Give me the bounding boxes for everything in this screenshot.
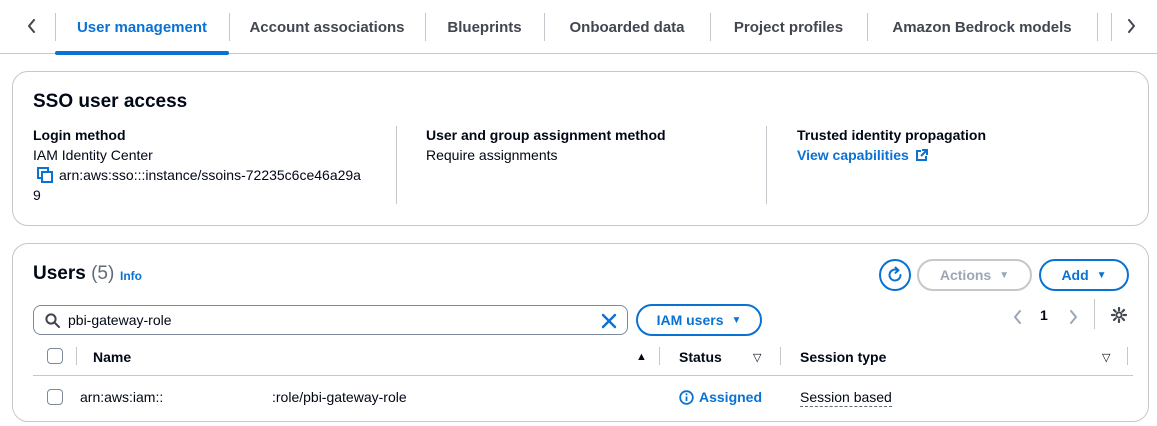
tab-project-profiles[interactable]: Project profiles (710, 0, 867, 54)
add-button[interactable]: Add ▼ (1039, 259, 1129, 291)
view-capabilities-label: View capabilities (797, 147, 909, 163)
instance-arn-value: arn:aws:sso:::instance/ssoins-72235c6ce4… (59, 167, 361, 183)
column-divider (396, 126, 397, 204)
tab-label: Account associations (249, 18, 405, 36)
view-capabilities-link[interactable]: View capabilities (797, 147, 928, 163)
close-icon[interactable] (600, 312, 618, 330)
chevron-right-icon (1128, 19, 1135, 33)
actions-button[interactable]: Actions ▼ (917, 259, 1032, 291)
sso-user-access-container: SSO user access Login method IAM Identit… (12, 71, 1149, 226)
header-divider (33, 375, 1133, 376)
gear-icon[interactable] (1111, 307, 1127, 323)
tab-blueprints[interactable]: Blueprints (425, 0, 544, 54)
column-divider (766, 126, 767, 204)
info-circle-icon (679, 389, 694, 405)
tab-amazon-bedrock-models[interactable]: Amazon Bedrock models (867, 0, 1097, 54)
tab-bar: User management Account associations Blu… (0, 0, 1157, 55)
tab-label: Project profiles (733, 18, 844, 36)
iam-users-filter[interactable]: IAM users ▼ (636, 304, 762, 336)
tab-scroll-left-button[interactable] (20, 12, 44, 40)
info-link[interactable]: Info (120, 269, 142, 283)
status-label: Assigned (699, 389, 763, 405)
filter-label: IAM users (656, 312, 724, 328)
tab-account-associations[interactable]: Account associations (229, 0, 425, 54)
tab-user-management[interactable]: User management (55, 0, 229, 55)
row-checkbox[interactable] (47, 389, 63, 405)
caret-down-icon: ▼ (1096, 269, 1107, 281)
column-divider (780, 347, 781, 365)
tab-scroll-right-button[interactable] (1119, 12, 1143, 40)
chevron-left-icon (28, 19, 35, 33)
row-session-type[interactable]: Session based (800, 389, 892, 407)
tab-label: Onboarded data (569, 18, 685, 36)
external-link-icon (915, 148, 928, 161)
login-method-label: Login method (33, 127, 126, 143)
users-table-container: Users (5) Info Actions ▼ Add ▼ IAM users… (12, 243, 1149, 422)
column-header-session-type[interactable]: Session type (800, 349, 886, 365)
sort-icon[interactable]: ▽ (753, 351, 761, 364)
row-name-suffix: :role/pbi-gateway-role (272, 389, 407, 405)
column-header-name[interactable]: Name (93, 349, 131, 365)
tab-divider (1097, 13, 1098, 41)
tab-label: Amazon Bedrock models (892, 18, 1072, 36)
sort-icon[interactable]: ▽ (1102, 351, 1110, 364)
caret-down-icon: ▼ (731, 314, 742, 326)
login-method-value: IAM Identity Center (33, 147, 153, 163)
assignment-method-label: User and group assignment method (426, 127, 666, 143)
row-status: Assigned (679, 389, 762, 405)
sso-title: SSO user access (33, 91, 188, 112)
tab-label: Blueprints (447, 18, 522, 36)
tab-divider (1111, 13, 1112, 41)
column-divider (1127, 347, 1128, 365)
column-divider (659, 347, 660, 365)
users-count: (5) (91, 263, 115, 284)
copy-icon[interactable] (37, 167, 53, 183)
session-type-label: Session based (800, 389, 892, 407)
actions-label: Actions (939, 267, 992, 283)
pager-divider (1094, 299, 1095, 329)
users-title: Users (5) (33, 263, 114, 285)
tab-label: User management (76, 18, 208, 36)
refresh-icon (888, 266, 902, 282)
row-name-prefix: arn:aws:iam:: (80, 389, 164, 405)
prev-page-button[interactable] (1011, 309, 1025, 325)
select-all-checkbox[interactable] (47, 348, 63, 364)
sort-ascending-icon[interactable]: ▲ (636, 351, 647, 363)
search-input[interactable] (68, 306, 588, 334)
refresh-button[interactable] (879, 259, 911, 291)
current-page[interactable]: 1 (1040, 307, 1048, 323)
search-icon (45, 313, 60, 328)
assignment-method-value: Require assignments (426, 147, 558, 163)
column-divider (76, 347, 77, 365)
add-label: Add (1061, 267, 1089, 283)
tab-onboarded-data[interactable]: Onboarded data (544, 0, 710, 54)
search-field[interactable] (33, 305, 628, 335)
next-page-button[interactable] (1066, 309, 1080, 325)
users-heading: Users (33, 263, 86, 284)
trusted-identity-label: Trusted identity propagation (797, 127, 987, 143)
caret-down-icon: ▼ (999, 269, 1010, 281)
instance-arn-value-wrap: 9 (33, 187, 41, 203)
column-header-status[interactable]: Status (679, 349, 722, 365)
